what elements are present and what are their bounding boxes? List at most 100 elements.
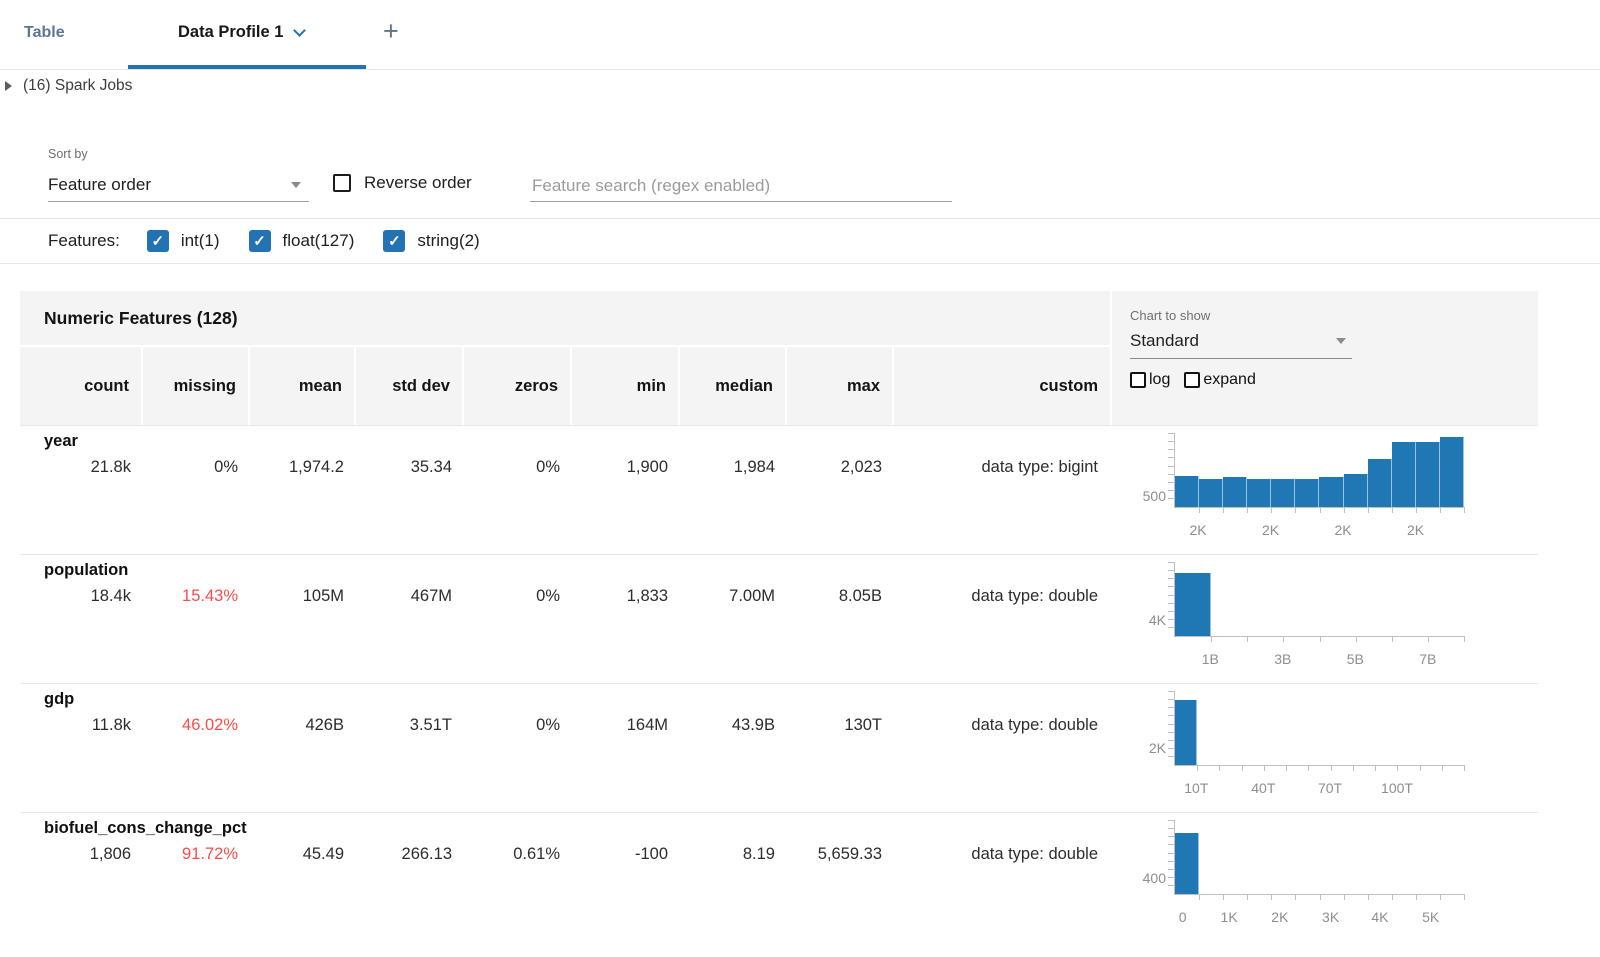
y-axis-tick <box>1168 570 1175 571</box>
feature-row-gdp: gdp11.8k46.02%426B3.51T0%164M43.9B130Tda… <box>20 683 1538 812</box>
y-axis-tick <box>1168 724 1175 725</box>
histogram-bar <box>1319 477 1343 507</box>
reverse-order-checkbox[interactable]: Reverse order <box>333 173 472 193</box>
x-tick-label: 3K <box>1322 909 1339 925</box>
checkbox-checked-icon[interactable]: ✓ <box>147 230 169 252</box>
checkbox-unchecked-icon[interactable] <box>1130 372 1146 388</box>
x-axis-tick <box>1199 894 1200 900</box>
x-axis-tick <box>1247 507 1248 513</box>
feature-values: 18.4k15.43%105M467M0%1,8337.00M8.05Bdata… <box>20 555 1538 683</box>
y-axis-tick <box>1168 715 1175 716</box>
tab-table[interactable]: Table <box>24 24 65 42</box>
y-axis-tick <box>1168 482 1175 483</box>
histogram-bar <box>1271 479 1295 507</box>
column-header-missing: missing <box>143 347 248 425</box>
x-tick-label: 2K <box>1190 522 1207 538</box>
feature-name: gdp <box>44 690 74 709</box>
y-axis-tick <box>1168 611 1175 612</box>
y-tick-label: 4K <box>1112 612 1166 628</box>
histogram-bar <box>1199 479 1223 507</box>
feature-type-int-label: int(1) <box>181 231 220 251</box>
log-checkbox[interactable]: log <box>1130 371 1170 389</box>
x-axis-tick <box>1271 894 1272 900</box>
x-tick-label: 2K <box>1271 909 1288 925</box>
histogram-bar <box>1392 442 1416 507</box>
histogram-bars <box>1175 562 1464 636</box>
cell-min: 1,900 <box>572 426 680 554</box>
feature-values: 21.8k0%1,974.235.340%1,9001,9842,023data… <box>20 426 1538 554</box>
cell-zeros: 0% <box>464 684 572 812</box>
x-axis-tick <box>1464 765 1465 771</box>
x-axis-tick <box>1286 765 1287 771</box>
y-tick-label: 2K <box>1112 740 1166 756</box>
x-tick-label: 0 <box>1179 909 1187 925</box>
features-filter-row: Features: ✓ int(1) ✓ float(127) ✓ string… <box>48 222 509 260</box>
x-axis-tick <box>1247 894 1248 900</box>
cell-missing: 0% <box>143 426 250 554</box>
feature-type-int[interactable]: ✓ int(1) <box>147 230 220 252</box>
histogram-bars <box>1175 433 1464 507</box>
chart-options-panel: Chart to show Standard log expand <box>1112 291 1538 425</box>
cell-max: 8.05B <box>787 555 894 683</box>
feature-type-string[interactable]: ✓ string(2) <box>383 230 479 252</box>
x-tick-label: 10T <box>1184 780 1208 796</box>
data-profile-screen: Table Data Profile 1 + (16) Spark Jobs S… <box>0 0 1600 957</box>
chevron-down-icon[interactable] <box>294 24 307 37</box>
x-axis-tick <box>1416 894 1417 900</box>
x-axis-tick <box>1199 507 1200 513</box>
cell-zeros: 0.61% <box>464 813 572 941</box>
x-axis-tick <box>1392 507 1393 513</box>
y-axis-tick <box>1168 562 1175 563</box>
histogram-population: 4K1B3B5B7B <box>1110 555 1538 683</box>
sort-by-label: Sort by <box>48 147 88 161</box>
cell-std_dev: 266.13 <box>356 813 464 941</box>
collapsed-triangle-icon <box>5 81 12 91</box>
y-axis-tick <box>1168 844 1175 845</box>
feature-values: 1,80691.72%45.49266.130.61%-1008.195,659… <box>20 813 1538 941</box>
numeric-features-title: Numeric Features (128) <box>20 291 1110 345</box>
checkbox-checked-icon[interactable]: ✓ <box>383 230 405 252</box>
cell-mean: 426B <box>250 684 356 812</box>
feature-type-string-label: string(2) <box>417 231 479 251</box>
expand-checkbox[interactable]: expand <box>1184 371 1256 389</box>
y-axis-tick <box>1168 603 1175 604</box>
cell-std_dev: 35.34 <box>356 426 464 554</box>
feature-search-input[interactable] <box>530 170 952 202</box>
x-axis-tick <box>1392 636 1393 642</box>
cell-min: 1,833 <box>572 555 680 683</box>
checkbox-checked-icon[interactable]: ✓ <box>249 230 271 252</box>
y-axis-tick <box>1168 836 1175 837</box>
tab-data-profile[interactable]: Data Profile 1 <box>178 23 304 42</box>
checkbox-unchecked-icon[interactable] <box>333 174 351 192</box>
histogram-plot <box>1174 433 1464 508</box>
column-header-std-dev: std dev <box>356 347 462 425</box>
x-tick-label: 1K <box>1221 909 1238 925</box>
x-tick-label: 5B <box>1347 651 1364 667</box>
x-tick-label: 5K <box>1422 909 1439 925</box>
histogram-bars <box>1175 820 1464 894</box>
y-axis-tick <box>1168 441 1175 442</box>
x-axis-tick <box>1464 894 1465 900</box>
column-header-median: median <box>680 347 785 425</box>
expand-label: expand <box>1203 371 1256 389</box>
chart-option-checkboxes: log expand <box>1130 371 1538 389</box>
y-axis-tick <box>1168 820 1175 821</box>
chart-to-show-label: Chart to show <box>1130 308 1538 323</box>
sort-by-select[interactable]: Feature order <box>48 169 309 202</box>
histogram-plot <box>1174 820 1464 895</box>
x-tick-label: 100T <box>1381 780 1413 796</box>
feature-type-float[interactable]: ✓ float(127) <box>249 230 355 252</box>
add-tab-button[interactable]: + <box>383 16 399 47</box>
x-axis-tick <box>1219 765 1220 771</box>
spark-jobs-label: (16) Spark Jobs <box>23 77 132 95</box>
cell-count: 11.8k <box>20 684 143 812</box>
features-label: Features: <box>48 231 120 251</box>
x-axis-tick <box>1320 507 1321 513</box>
spark-jobs-toggle[interactable]: (16) Spark Jobs <box>5 77 132 95</box>
checkbox-unchecked-icon[interactable] <box>1184 372 1200 388</box>
histogram-bar <box>1295 479 1319 507</box>
x-axis-tick <box>1247 636 1248 642</box>
chart-type-select[interactable]: Standard <box>1130 323 1352 359</box>
histogram-year: 5002K2K2K2K <box>1110 426 1538 554</box>
histogram-bar <box>1175 700 1197 765</box>
